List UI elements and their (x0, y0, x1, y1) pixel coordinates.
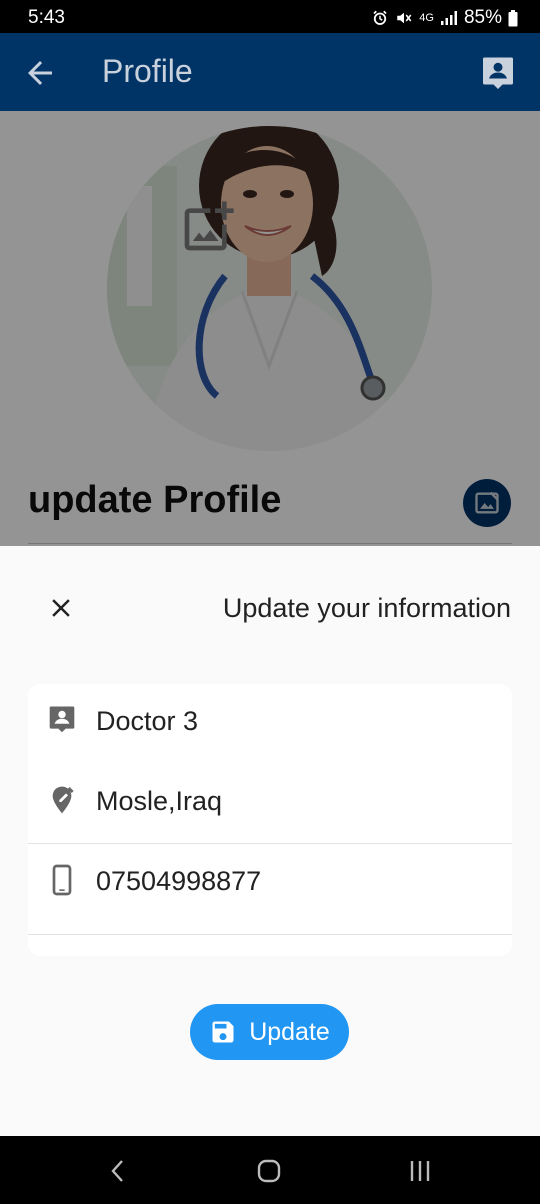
status-time: 5:43 (28, 7, 65, 28)
save-icon (212, 1021, 234, 1043)
phone-value: 07504998877 (96, 866, 262, 896)
update-button[interactable]: Update (190, 1004, 349, 1060)
location-field[interactable]: Mosle,Iraq (28, 764, 512, 844)
mute-icon (397, 12, 412, 24)
nav-home-icon[interactable] (254, 1156, 284, 1186)
alarm-icon (373, 10, 387, 25)
status-bar: 5:43 4G 85% (0, 0, 540, 33)
page-title: Profile (102, 53, 193, 89)
name-field[interactable]: Doctor 3 (28, 684, 512, 764)
update-button-label: Update (249, 1017, 330, 1046)
sheet-title: Update your information (222, 593, 511, 623)
phone-field[interactable]: 07504998877 (28, 844, 512, 935)
info-card: Doctor 3 Mosle,Iraq 07504998877 (28, 684, 512, 956)
network-type: 4G (419, 12, 434, 24)
name-value: Doctor 3 (96, 706, 199, 736)
nav-recents-icon[interactable] (405, 1156, 435, 1186)
signal-icon (440, 11, 457, 25)
modal-scrim[interactable] (0, 111, 540, 546)
person-icon (49, 706, 75, 733)
battery-percent: 85% (463, 7, 502, 28)
location-edit-icon (52, 786, 74, 814)
system-nav-bar (0, 1136, 540, 1204)
status-icons: 4G 85% (371, 7, 518, 29)
phone-icon (52, 864, 72, 896)
app-bar: Profile (0, 33, 540, 111)
location-value: Mosle,Iraq (96, 786, 223, 816)
battery-icon (508, 9, 518, 26)
nav-back-icon[interactable] (103, 1156, 133, 1186)
account-box-icon[interactable] (480, 54, 516, 94)
back-arrow-icon[interactable] (22, 55, 58, 91)
update-info-sheet: Update your information Doctor 3 Mosle,I… (0, 546, 540, 1136)
close-icon[interactable] (46, 593, 76, 623)
